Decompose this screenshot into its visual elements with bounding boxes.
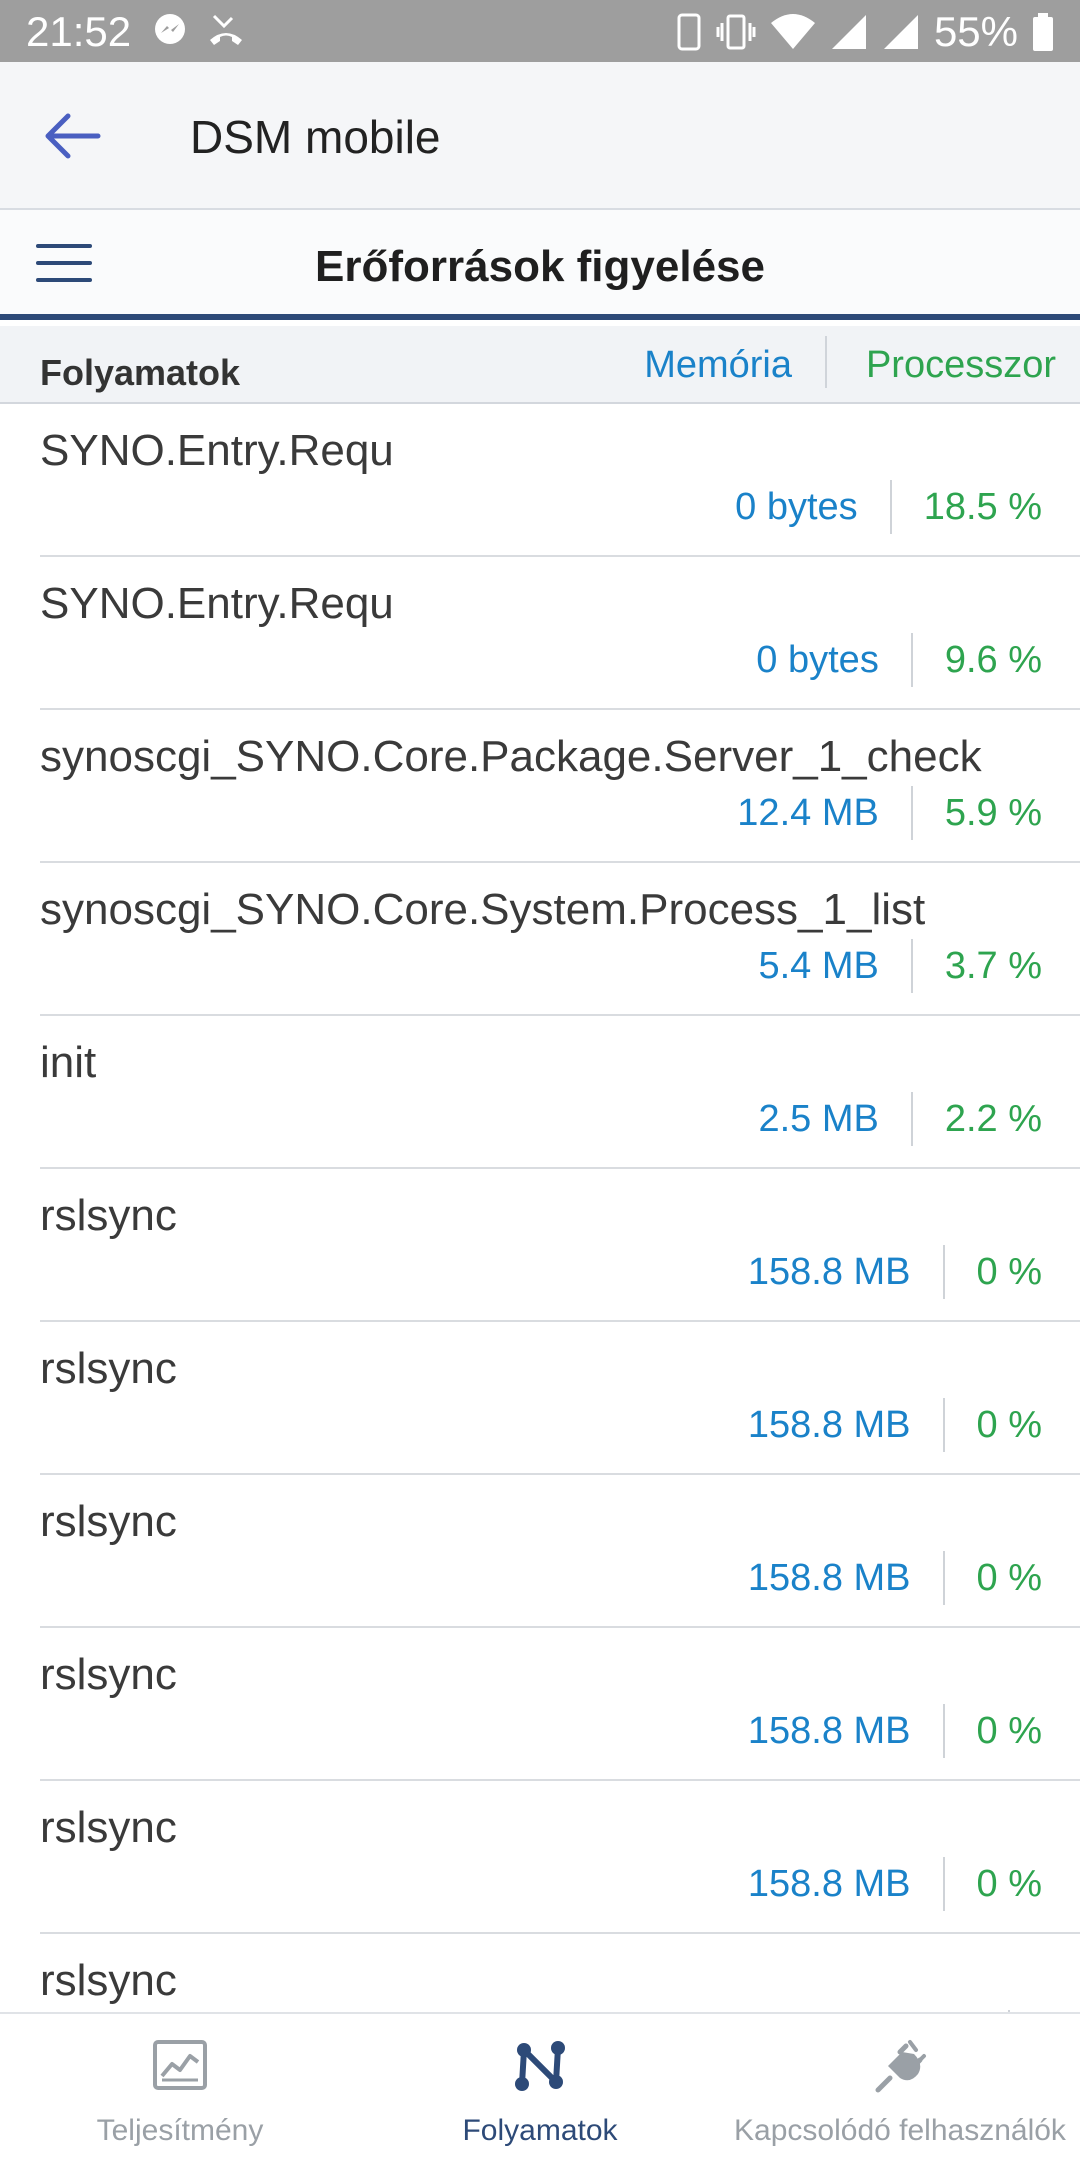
sort-cpu-button[interactable]: Processzor	[866, 344, 1056, 387]
status-bar: 21:52 55%	[0, 0, 1080, 62]
phone-portrait-icon	[677, 13, 701, 51]
process-cpu: 3.7 %	[944, 944, 1042, 987]
process-row[interactable]: rslsync 158.8 MB 0 %	[40, 1628, 1080, 1781]
wifi-icon	[770, 14, 815, 49]
process-cpu: 9.6 %	[944, 638, 1042, 681]
process-memory: 5.4 MB	[758, 944, 879, 987]
status-time: 21:52	[26, 8, 132, 55]
process-memory: 158.8 MB	[747, 1403, 911, 1446]
process-cpu: 2.2 %	[944, 1097, 1042, 1140]
process-memory: 158.8 MB	[747, 1862, 911, 1905]
processes-icon	[515, 2041, 565, 2091]
process-values: 0 bytes 18.5 %	[735, 480, 1042, 534]
app-title: DSM mobile	[190, 111, 441, 163]
sort-memory-button[interactable]: Memória	[644, 344, 792, 387]
process-list[interactable]: SYNO.Entry.Requ 0 bytes 18.5 % SYNO.Entr…	[0, 404, 1080, 2012]
process-cpu: 5.9 %	[944, 791, 1042, 834]
process-cpu: 0 %	[976, 1862, 1042, 1905]
process-row[interactable]: synoscgi_SYNO.Core.System.Process_1_list…	[40, 863, 1080, 1016]
column-divider	[825, 336, 827, 388]
arrow-left-icon[interactable]	[40, 108, 104, 164]
process-name: synoscgi_SYNO.Core.Package.Server_1_chec…	[40, 732, 982, 781]
process-name: rslsync	[40, 1803, 177, 1852]
nav-processes-label: Folyamatok	[462, 2114, 618, 2147]
nav-performance[interactable]: Teljesítmény	[40, 2014, 320, 2160]
process-row[interactable]: init 2.5 MB 2.2 %	[40, 1016, 1080, 1169]
process-name: SYNO.Entry.Requ	[40, 579, 394, 628]
process-values: 0 bytes 9.6 %	[756, 633, 1042, 687]
process-memory: 2.5 MB	[758, 1097, 879, 1140]
process-name: synoscgi_SYNO.Core.System.Process_1_list	[40, 885, 926, 934]
column-processes: Folyamatok	[40, 352, 241, 393]
messenger-icon	[155, 14, 185, 44]
app-bar: DSM mobile	[0, 62, 1080, 210]
process-cpu: 18.5 %	[923, 485, 1042, 528]
bottom-navigation: Teljesítmény Folyamatok Kapcsolódó felha…	[0, 2012, 1080, 2160]
process-row[interactable]: rslsync 158.8 MB 0 %	[40, 1322, 1080, 1475]
process-values: 5.4 MB 3.7 %	[758, 939, 1042, 993]
process-name: rslsync	[40, 1497, 177, 1546]
process-cpu: 0 %	[976, 1709, 1042, 1752]
process-values: 158.8 MB 0 %	[748, 1398, 1042, 1452]
nav-processes[interactable]: Folyamatok	[400, 2014, 680, 2160]
battery-icon	[1033, 13, 1053, 51]
process-cpu: 0 %	[976, 1556, 1042, 1599]
signal-icon-2	[883, 15, 918, 49]
missed-call-icon	[210, 14, 242, 45]
process-row[interactable]: SYNO.Entry.Requ 0 bytes 18.5 %	[40, 404, 1080, 557]
process-values: 158.8 MB 0 %	[748, 1704, 1042, 1758]
battery-percent: 55%	[933, 8, 1018, 55]
nav-connected-users-label: Kapcsolódó felhasználók	[734, 2114, 1066, 2147]
process-memory: 0 bytes	[735, 485, 858, 528]
process-values: 158.8 MB 0 %	[748, 1551, 1042, 1605]
process-values: 12.4 MB 5.9 %	[737, 786, 1042, 840]
process-values: 2.5 MB 2.2 %	[758, 1092, 1042, 1146]
process-row[interactable]: rslsync 158.8 MB 0 %	[40, 1475, 1080, 1628]
notification-icons	[152, 12, 246, 48]
nav-connected-users[interactable]: Kapcsolódó felhasználók	[720, 2014, 1080, 2160]
process-row[interactable]: rslsync 158.8 MB 0 %	[40, 1169, 1080, 1322]
process-memory: 158.8 MB	[747, 1556, 911, 1599]
performance-chart-icon	[153, 2040, 207, 2090]
process-row[interactable]: rslsync	[40, 1934, 1080, 2012]
process-name: rslsync	[40, 1191, 177, 1240]
process-memory: 158.8 MB	[747, 1250, 911, 1293]
process-cpu: 0 %	[976, 1403, 1042, 1446]
process-memory: 158.8 MB	[747, 1709, 911, 1752]
process-row[interactable]: SYNO.Entry.Requ 0 bytes 9.6 %	[40, 557, 1080, 710]
process-name: rslsync	[40, 1956, 177, 2005]
process-name: init	[40, 1038, 97, 1087]
nav-performance-label: Teljesítmény	[96, 2114, 264, 2147]
process-row[interactable]: synoscgi_SYNO.Core.Package.Server_1_chec…	[40, 710, 1080, 863]
system-icons: 55%	[676, 8, 1054, 56]
process-memory: 0 bytes	[756, 638, 879, 681]
screen-header: Erőforrások figyelése	[0, 210, 1080, 320]
process-name: rslsync	[40, 1344, 177, 1393]
process-memory: 12.4 MB	[737, 791, 879, 834]
screen-title: Erőforrások figyelése	[315, 242, 765, 291]
process-name: SYNO.Entry.Requ	[40, 426, 394, 475]
process-values: 158.8 MB 0 %	[748, 1245, 1042, 1299]
process-cpu: 0 %	[976, 1250, 1042, 1293]
column-header: Folyamatok Memória Processzor	[0, 326, 1080, 404]
process-values: 158.8 MB 0 %	[748, 1857, 1042, 1911]
process-name: rslsync	[40, 1650, 177, 1699]
signal-icon	[831, 15, 866, 49]
vibrate-icon	[716, 14, 756, 50]
plug-icon	[875, 2040, 926, 2093]
process-row[interactable]: rslsync 158.8 MB 0 %	[40, 1781, 1080, 1934]
